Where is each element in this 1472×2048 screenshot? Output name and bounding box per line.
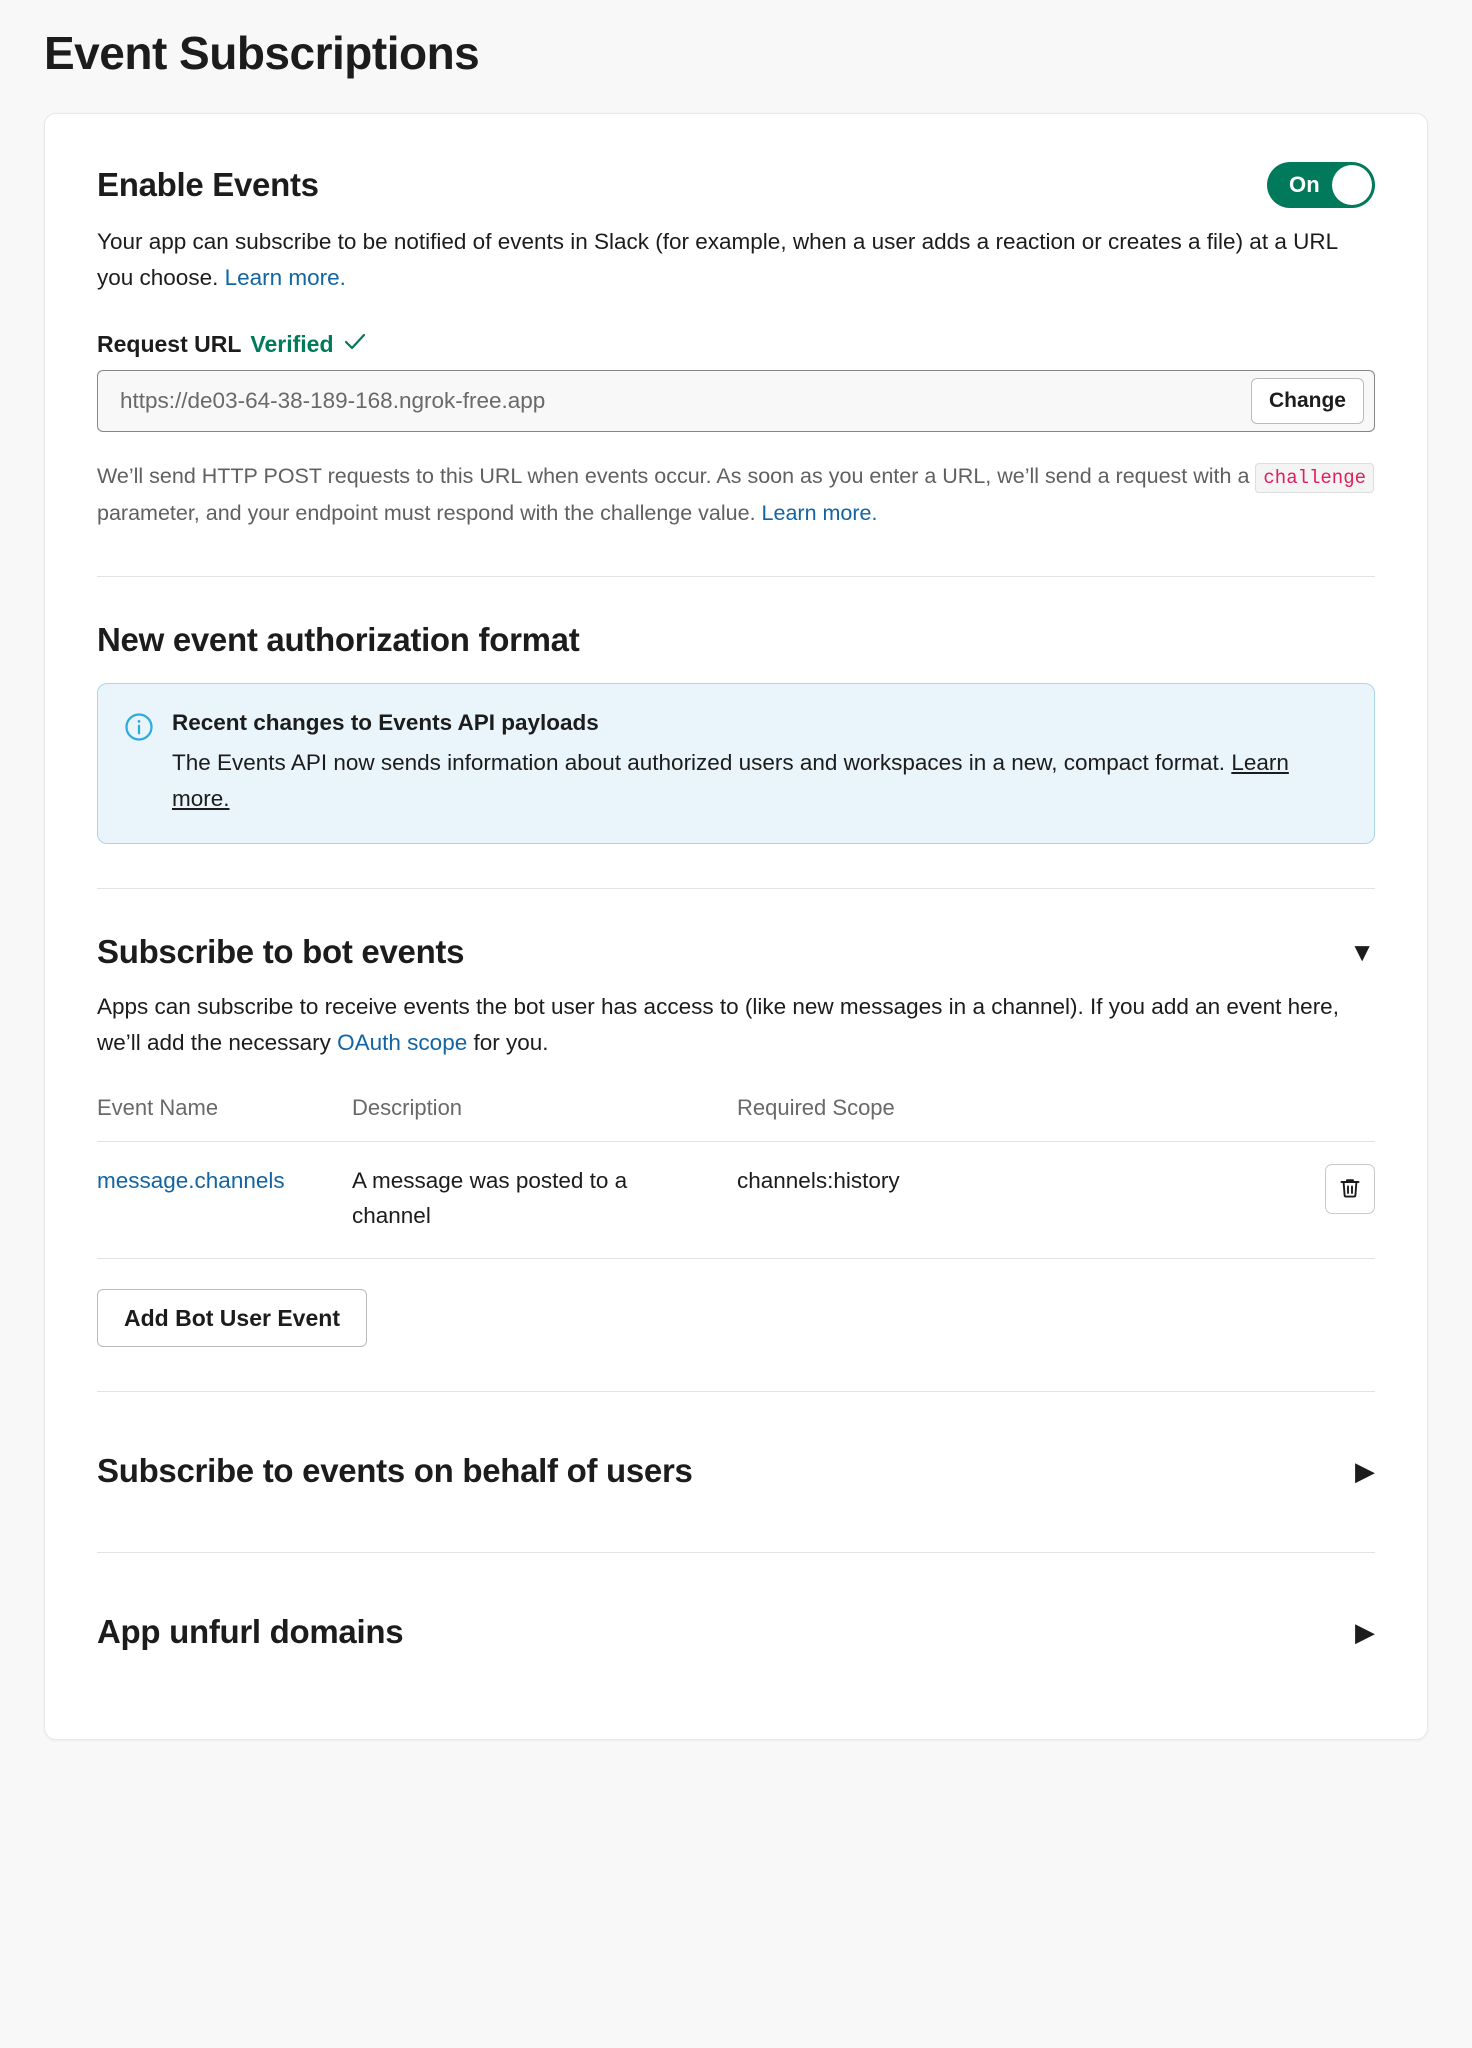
- bot-events-heading: Subscribe to bot events: [97, 933, 464, 971]
- check-icon: [343, 330, 367, 358]
- column-header-required-scope: Required Scope: [737, 1095, 1295, 1142]
- divider-4: [97, 1552, 1375, 1553]
- divider-2: [97, 888, 1375, 889]
- bot-events-table-body: message.channels A message was posted to…: [97, 1142, 1375, 1259]
- enable-events-learn-more-link[interactable]: Learn more.: [225, 265, 346, 290]
- column-header-event-name: Event Name: [97, 1095, 352, 1142]
- enable-events-toggle[interactable]: On: [1267, 162, 1375, 208]
- event-subscriptions-page: Event Subscriptions Enable Events On You…: [0, 0, 1472, 2048]
- helper-text-part2: parameter, and your endpoint must respon…: [97, 501, 762, 525]
- callout-body: The Events API now sends information abo…: [172, 745, 1348, 817]
- cell-required-scope: channels:history: [737, 1142, 1295, 1259]
- toggle-knob: [1332, 165, 1372, 205]
- request-url-helper-text: We’ll send HTTP POST requests to this UR…: [97, 458, 1375, 532]
- delete-event-button[interactable]: [1325, 1164, 1375, 1214]
- callout-title: Recent changes to Events API payloads: [172, 708, 1348, 737]
- divider-1: [97, 576, 1375, 577]
- page-title: Event Subscriptions: [44, 28, 1428, 79]
- add-bot-user-event-button[interactable]: Add Bot User Event: [97, 1289, 367, 1347]
- challenge-learn-more-link[interactable]: Learn more.: [762, 501, 878, 525]
- bot-events-header[interactable]: Subscribe to bot events ▼: [97, 933, 1375, 971]
- bot-events-description-part1: Apps can subscribe to receive events the…: [97, 994, 1339, 1055]
- request-url-label: Request URL: [97, 331, 241, 358]
- bot-events-table: Event Name Description Required Scope me…: [97, 1095, 1375, 1259]
- bot-events-description: Apps can subscribe to receive events the…: [97, 989, 1375, 1062]
- request-url-value: https://de03-64-38-189-168.ngrok-free.ap…: [120, 388, 1251, 414]
- cell-event-name: message.channels: [97, 1142, 352, 1259]
- bot-events-table-head: Event Name Description Required Scope: [97, 1095, 1375, 1142]
- request-url-field[interactable]: https://de03-64-38-189-168.ngrok-free.ap…: [97, 370, 1375, 432]
- app-unfurl-domains-heading: App unfurl domains: [97, 1613, 403, 1651]
- auth-format-heading: New event authorization format: [97, 621, 1375, 659]
- helper-text-part1: We’ll send HTTP POST requests to this UR…: [97, 464, 1255, 488]
- enable-events-heading: Enable Events: [97, 166, 319, 204]
- chevron-right-icon[interactable]: ▶: [1335, 1458, 1375, 1484]
- cell-actions: [1295, 1142, 1375, 1259]
- user-events-heading: Subscribe to events on behalf of users: [97, 1452, 693, 1490]
- request-url-status-badge: Verified: [250, 331, 333, 358]
- toggle-label: On: [1289, 172, 1320, 198]
- change-url-button[interactable]: Change: [1251, 378, 1364, 424]
- app-unfurl-domains-header[interactable]: App unfurl domains ▶: [97, 1597, 1375, 1669]
- column-header-description: Description: [352, 1095, 737, 1142]
- event-subscriptions-card: Enable Events On Your app can subscribe …: [44, 113, 1428, 1740]
- info-circle-icon: [124, 712, 154, 816]
- cell-description: A message was posted to a channel: [352, 1142, 737, 1259]
- chevron-down-icon[interactable]: ▼: [1329, 939, 1375, 965]
- bot-events-description-part2: for you.: [467, 1030, 548, 1055]
- divider-3: [97, 1391, 1375, 1392]
- enable-events-header: Enable Events On: [97, 162, 1375, 208]
- event-name-link[interactable]: message.channels: [97, 1168, 285, 1193]
- callout-content: Recent changes to Events API payloads Th…: [172, 708, 1348, 816]
- chevron-right-icon-2[interactable]: ▶: [1335, 1619, 1375, 1645]
- request-url-label-row: Request URL Verified: [97, 330, 1375, 358]
- column-header-actions: [1295, 1095, 1375, 1142]
- auth-format-callout: Recent changes to Events API payloads Th…: [97, 683, 1375, 843]
- table-row: message.channels A message was posted to…: [97, 1142, 1375, 1259]
- challenge-code-chip: challenge: [1255, 463, 1374, 493]
- trash-icon: [1338, 1176, 1362, 1203]
- callout-body-text: The Events API now sends information abo…: [172, 750, 1231, 775]
- enable-events-description: Your app can subscribe to be notified of…: [97, 224, 1375, 297]
- user-events-header[interactable]: Subscribe to events on behalf of users ▶: [97, 1436, 1375, 1508]
- oauth-scope-link[interactable]: OAuth scope: [337, 1030, 467, 1055]
- table-header-row: Event Name Description Required Scope: [97, 1095, 1375, 1142]
